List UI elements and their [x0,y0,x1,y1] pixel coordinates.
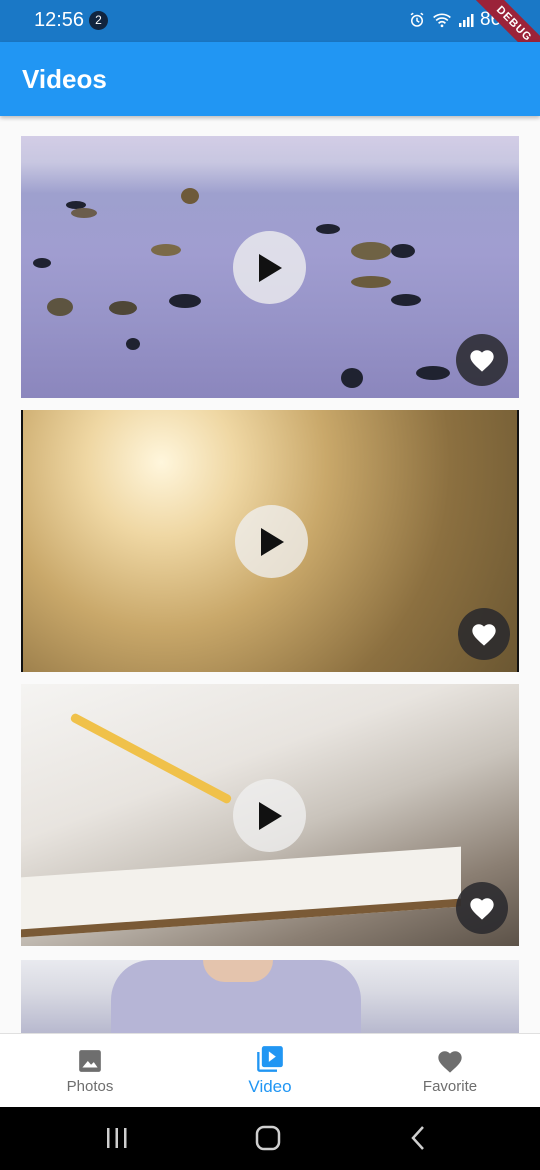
clock: 12:56 [34,9,85,31]
image-icon [79,1049,101,1072]
play-icon [258,801,282,830]
wifi-icon [433,13,451,28]
heart-icon [470,350,494,372]
notification-badge: 2 [89,11,108,30]
clipboard [21,846,461,938]
video-library-icon [257,1046,283,1072]
play-button[interactable] [233,779,306,852]
favorite-button[interactable] [458,608,510,660]
favorite-button[interactable] [456,882,508,934]
app-bar: Videos [0,42,540,116]
nav-item-video[interactable]: Video [180,1034,360,1108]
neck [203,960,273,982]
play-icon [260,527,284,556]
nav-label-photos: Photos [66,1077,114,1095]
alarm-icon [410,12,424,27]
back-icon [411,1126,424,1150]
page-title: Videos [22,64,107,94]
status-bar: 12:56 2 86% DEBUG [0,0,540,74]
nav-item-favorite[interactable]: Favorite [360,1034,540,1108]
recent-apps-icon [107,1128,127,1148]
nav-label-video: Video [248,1077,292,1096]
play-icon [258,253,282,282]
heart-icon [438,1050,462,1073]
video-card-hoodie[interactable] [21,960,519,1033]
heart-icon [472,624,496,646]
signal-icon [458,14,474,27]
nav-item-photos[interactable]: Photos [0,1034,180,1108]
bottom-navigation: Photos Video Favorite [0,1033,540,1107]
heart-icon [470,898,494,920]
video-list[interactable] [0,116,540,1033]
video-card-child-drawing[interactable] [21,684,519,946]
recent-apps-button[interactable] [105,1125,129,1156]
marker [69,712,233,805]
play-button[interactable] [233,231,306,304]
nav-label-favorite: Favorite [422,1077,478,1095]
video-card-golden-light[interactable] [21,410,519,672]
back-button[interactable] [408,1125,428,1156]
favorite-button[interactable] [456,334,508,386]
home-icon [255,1125,281,1151]
play-button[interactable] [235,505,308,578]
home-button[interactable] [255,1125,281,1156]
video-card-beach[interactable] [21,136,519,398]
system-navigation-bar [0,1107,540,1170]
